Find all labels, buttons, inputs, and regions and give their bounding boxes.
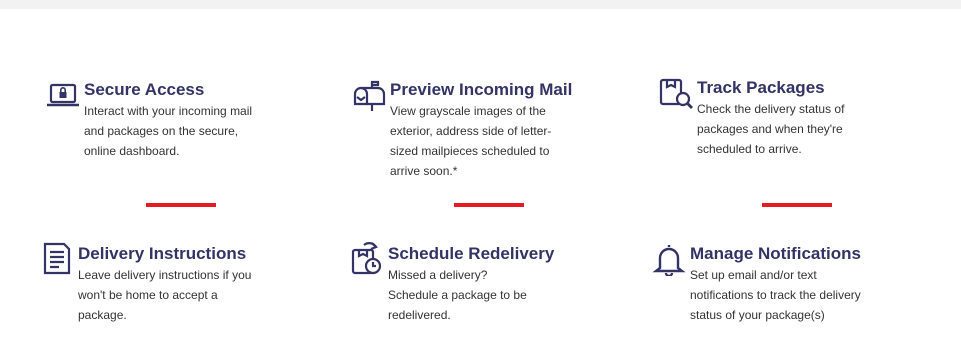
feature-title: Track Packages: [697, 78, 825, 97]
divider: [762, 203, 832, 207]
feature-title: Schedule Redelivery: [388, 244, 555, 263]
laptop-lock-icon: [46, 78, 80, 112]
bell-icon: [652, 242, 686, 276]
divider: [454, 203, 524, 207]
feature-description: View grayscale images of the exterior, a…: [390, 104, 552, 178]
mailbox-icon: [352, 78, 386, 112]
feature-secure-access: Secure Access Interact with your incomin…: [46, 80, 252, 161]
feature-description: Interact with your incoming mail and pac…: [84, 104, 253, 158]
feature-description: Missed a delivery? Schedule a package to…: [388, 268, 527, 322]
document-icon: [40, 242, 74, 276]
feature-title: Preview Incoming Mail: [390, 80, 573, 99]
feature-description: Leave delivery instructions if you won't…: [78, 268, 252, 322]
feature-schedule-redelivery: Schedule Redelivery Missed a delivery? S…: [350, 242, 555, 325]
feature-preview-incoming-mail: Preview Incoming Mail View grayscale ima…: [352, 80, 572, 181]
feature-track-packages: Track Packages Check the delivery status…: [659, 78, 844, 159]
package-search-icon: [659, 76, 693, 110]
package-clock-icon: [350, 242, 384, 276]
feature-description: Set up email and/or text notifications t…: [690, 268, 861, 322]
top-bar: [0, 0, 961, 9]
feature-title: Secure Access: [84, 80, 205, 99]
feature-manage-notifications: Manage Notifications Set up email and/or…: [652, 244, 861, 325]
feature-delivery-instructions: Delivery Instructions Leave delivery ins…: [40, 242, 252, 325]
feature-description: Check the delivery status of packages an…: [697, 102, 845, 156]
feature-title: Manage Notifications: [690, 244, 861, 263]
divider: [146, 203, 216, 207]
feature-title: Delivery Instructions: [78, 244, 247, 263]
